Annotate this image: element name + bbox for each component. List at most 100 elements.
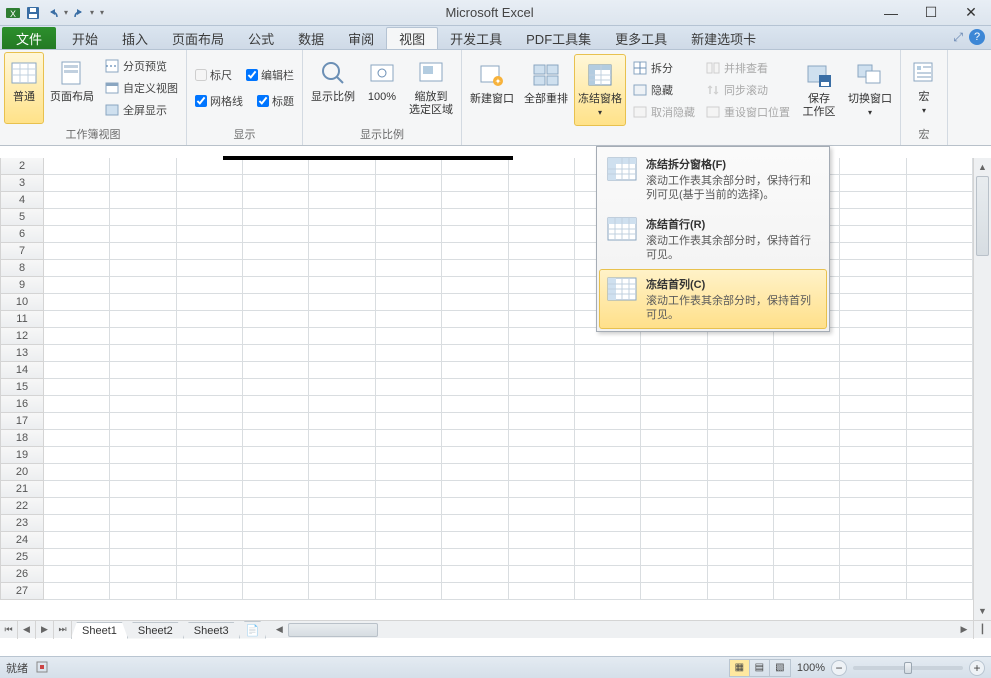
vscroll-thumb[interactable] [976,176,989,256]
cell[interactable] [641,549,707,565]
cell[interactable] [641,515,707,531]
zoom-out-button[interactable]: − [831,660,847,676]
cell[interactable] [110,226,176,242]
tab-formulas[interactable]: 公式 [236,27,286,49]
cell[interactable] [243,362,309,378]
cell[interactable] [309,328,375,344]
row-header[interactable]: 13 [0,345,44,362]
cell[interactable] [177,379,243,395]
sheet-tab-3[interactable]: Sheet3 [183,622,240,639]
cell[interactable] [442,311,508,327]
cell[interactable] [44,481,110,497]
cell-row[interactable] [44,277,973,294]
cell[interactable] [110,430,176,446]
cell[interactable] [442,430,508,446]
cell[interactable] [907,379,973,395]
row-header[interactable]: 7 [0,243,44,260]
tab-page-layout[interactable]: 页面布局 [160,27,236,49]
cell[interactable] [840,532,906,548]
cell[interactable] [376,158,442,174]
cell[interactable] [509,362,575,378]
cell[interactable] [840,277,906,293]
zoom-to-selection-button[interactable]: 缩放到选定区域 [405,52,457,124]
cell[interactable] [44,311,110,327]
cell[interactable] [575,396,641,412]
cell[interactable] [509,583,575,599]
save-workspace-button[interactable]: 保存工作区 [796,54,842,126]
cell[interactable] [44,566,110,582]
cell-row[interactable] [44,498,973,515]
tab-developer[interactable]: 开发工具 [438,27,514,49]
row-header[interactable]: 15 [0,379,44,396]
cell[interactable] [774,498,840,514]
cell[interactable] [509,498,575,514]
cell[interactable] [243,158,309,174]
cell[interactable] [708,549,774,565]
cell[interactable] [309,345,375,361]
cell[interactable] [110,362,176,378]
cell[interactable] [243,532,309,548]
cell-row[interactable] [44,175,973,192]
cell[interactable] [509,277,575,293]
cell[interactable] [509,464,575,480]
cell[interactable] [177,260,243,276]
cell[interactable] [110,209,176,225]
cell[interactable] [177,345,243,361]
cell[interactable] [376,515,442,531]
new-sheet-button[interactable]: 📄 [239,621,267,639]
save-icon[interactable] [24,4,42,22]
cell[interactable] [376,549,442,565]
cell[interactable] [708,566,774,582]
cell[interactable] [177,328,243,344]
cell[interactable] [110,549,176,565]
cell[interactable] [840,549,906,565]
cell[interactable] [376,362,442,378]
row-header[interactable]: 8 [0,260,44,277]
cell[interactable] [840,379,906,395]
cell[interactable] [177,175,243,191]
cell[interactable] [177,277,243,293]
cell[interactable] [442,515,508,531]
undo-icon[interactable] [44,4,62,22]
cell[interactable] [110,311,176,327]
cell[interactable] [907,583,973,599]
cell[interactable] [442,243,508,259]
cell[interactable] [243,413,309,429]
cell[interactable] [840,464,906,480]
cell[interactable] [907,345,973,361]
cell[interactable] [376,447,442,463]
cell[interactable] [840,192,906,208]
cell[interactable] [44,209,110,225]
row-header[interactable]: 11 [0,311,44,328]
cell[interactable] [376,209,442,225]
cell[interactable] [243,464,309,480]
cell[interactable] [177,498,243,514]
row-header[interactable]: 6 [0,226,44,243]
cell[interactable] [44,532,110,548]
cell[interactable] [509,192,575,208]
cell[interactable] [840,481,906,497]
cell[interactable] [376,345,442,361]
tab-review[interactable]: 审阅 [336,27,386,49]
cell[interactable] [309,464,375,480]
tab-pdf-tools[interactable]: PDF工具集 [514,27,603,49]
cell[interactable] [44,464,110,480]
cell[interactable] [641,430,707,446]
cell[interactable] [442,345,508,361]
cell[interactable] [243,328,309,344]
cell[interactable] [509,566,575,582]
cell[interactable] [243,447,309,463]
cell[interactable] [708,498,774,514]
cell[interactable] [509,294,575,310]
cell[interactable] [44,396,110,412]
cell[interactable] [44,379,110,395]
cell[interactable] [575,413,641,429]
cell-row[interactable] [44,345,973,362]
cell[interactable] [309,413,375,429]
cell[interactable] [442,158,508,174]
tab-view[interactable]: 视图 [386,27,438,49]
cell[interactable] [907,396,973,412]
freeze-panes-button[interactable]: 冻结窗格▾ [574,54,626,126]
cell[interactable] [110,243,176,259]
cell[interactable] [243,481,309,497]
